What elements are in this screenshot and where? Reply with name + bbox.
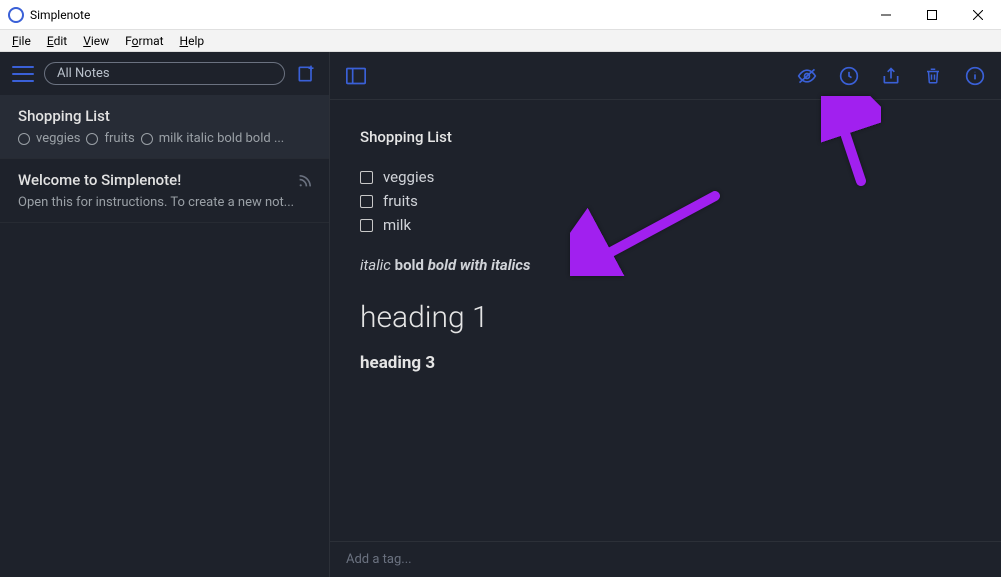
app-title: Simplenote [30, 8, 90, 22]
preview-checkbox-icon [141, 133, 153, 145]
note-item-shopping-list[interactable]: Shopping List veggies fruits milk italic… [0, 95, 329, 159]
info-icon[interactable] [965, 66, 985, 86]
minimize-button[interactable] [863, 0, 909, 30]
editor-content[interactable]: Shopping List veggies fruits milk italic… [330, 100, 1001, 541]
checklist-item[interactable]: veggies [360, 168, 971, 186]
menu-format[interactable]: Format [117, 32, 171, 50]
preview-checkbox-icon [18, 133, 30, 145]
maximize-button[interactable] [909, 0, 955, 30]
note-list: Shopping List veggies fruits milk italic… [0, 95, 329, 577]
note-item-welcome[interactable]: Welcome to Simplenote! Open this for ins… [0, 159, 329, 223]
sidebar-header: All Notes [0, 52, 329, 95]
note-title: Welcome to Simplenote! [18, 171, 181, 189]
checklist: veggies fruits milk [360, 168, 971, 234]
checkbox-icon[interactable] [360, 219, 373, 232]
checklist-item[interactable]: fruits [360, 192, 971, 210]
preview-icon[interactable] [797, 66, 817, 86]
menu-edit[interactable]: Edit [39, 32, 75, 50]
menu-help[interactable]: Help [172, 32, 213, 50]
rss-icon [298, 175, 311, 192]
share-icon[interactable] [881, 66, 901, 86]
window-controls [863, 0, 1001, 30]
sidebar: All Notes Shopping List veggies fruits m… [0, 52, 330, 577]
history-icon[interactable] [839, 66, 859, 86]
rich-text-line: italic bold bold with italics [360, 256, 971, 274]
new-note-button[interactable] [295, 63, 317, 85]
editor-pane: Shopping List veggies fruits milk italic… [330, 52, 1001, 577]
note-title: Shopping List [18, 107, 311, 125]
search-input[interactable]: All Notes [44, 62, 285, 85]
checkbox-icon[interactable] [360, 171, 373, 184]
app-icon [8, 7, 24, 23]
menu-bar: File Edit View Format Help [0, 30, 1001, 52]
menu-file[interactable]: File [4, 32, 39, 50]
toggle-sidebar-icon[interactable] [346, 66, 366, 86]
checkbox-icon[interactable] [360, 195, 373, 208]
note-preview: veggies fruits milk italic bold bold ... [18, 131, 311, 146]
menu-icon[interactable] [12, 66, 34, 82]
note-preview: Open this for instructions. To create a … [18, 195, 311, 210]
preview-checkbox-icon [86, 133, 98, 145]
note-heading: Shopping List [360, 128, 971, 146]
app-content: All Notes Shopping List veggies fruits m… [0, 52, 1001, 577]
close-button[interactable] [955, 0, 1001, 30]
window-titlebar: Simplenote [0, 0, 1001, 30]
menu-view[interactable]: View [75, 32, 117, 50]
tag-input[interactable]: Add a tag... [330, 541, 1001, 577]
trash-icon[interactable] [923, 66, 943, 86]
checklist-item[interactable]: milk [360, 216, 971, 234]
editor-toolbar [330, 52, 1001, 100]
heading-3: heading 3 [360, 353, 971, 373]
heading-1: heading 1 [360, 300, 971, 335]
